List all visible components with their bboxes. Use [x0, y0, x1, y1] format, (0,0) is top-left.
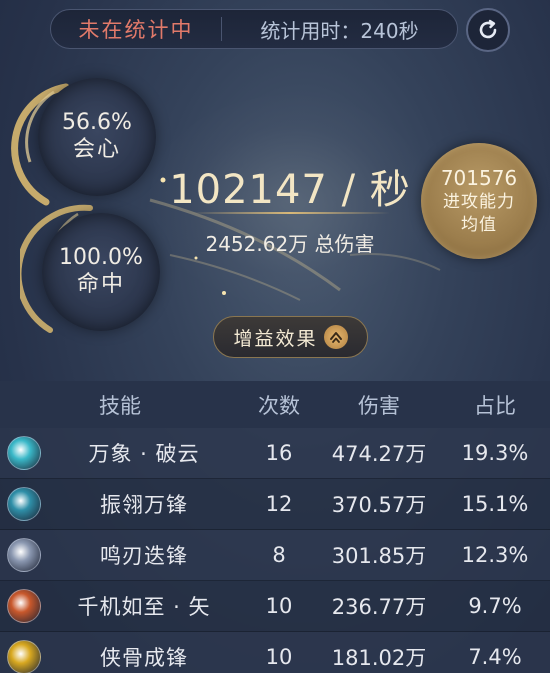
skill-name: 鸣刃迭锋	[100, 544, 188, 568]
table-row[interactable]: 鸣刃迭锋 8 301.85万 12.3%	[0, 530, 550, 581]
attack-average-value: 701576	[440, 166, 518, 191]
skill-cell: 鸣刃迭锋	[0, 538, 240, 572]
skill-percent: 9.7%	[468, 594, 522, 618]
total-damage: 2452.62万 总伤害	[205, 232, 375, 256]
refresh-button[interactable]	[466, 8, 510, 52]
table-row[interactable]: 侠骨成锋 10 181.02万 7.4%	[0, 632, 550, 673]
skill-cell: 侠骨成锋	[0, 640, 240, 673]
archer-skill-icon	[7, 487, 41, 521]
recording-status: 未在统计中	[78, 18, 194, 42]
skill-percent: 15.1%	[461, 492, 529, 516]
skill-damage: 181.02万	[331, 646, 427, 670]
skill-percent: 7.4%	[468, 645, 522, 669]
skill-icon-cell	[0, 589, 48, 623]
header-percent: 占比	[474, 393, 516, 418]
hit-rate-value: 100.0%	[59, 244, 143, 270]
skill-cell: 振翎万锋	[0, 487, 240, 521]
skill-name: 振翎万锋	[100, 493, 188, 517]
dps-value: 102147 / 秒	[169, 167, 411, 213]
dps-underline	[190, 212, 390, 214]
elapsed-time: 统计用时：240秒	[260, 18, 419, 43]
skill-damage-table: 技能 次数 伤害 占比 万象 · 破云 16 474.27万 19.3% 振翎万锋 12 3…	[0, 381, 550, 673]
skill-icon-cell	[0, 538, 48, 572]
skill-icon-cell	[0, 436, 48, 470]
skill-name: 千机如至 · 矢	[77, 595, 211, 619]
skill-damage: 474.27万	[331, 442, 427, 466]
header-count: 次数	[258, 393, 300, 418]
skill-damage: 301.85万	[331, 544, 427, 568]
header-damage: 伤害	[358, 393, 400, 418]
skill-percent: 19.3%	[461, 441, 529, 465]
flame-skill-icon	[7, 640, 41, 673]
blade-skill-icon	[7, 538, 41, 572]
skill-damage: 236.77万	[331, 595, 427, 619]
crit-rate-value: 56.6%	[62, 109, 132, 135]
attack-average-badge: 701576 进攻能力均值	[421, 143, 537, 259]
table-row[interactable]: 万象 · 破云 16 474.27万 19.3%	[0, 428, 550, 479]
buff-effects-button[interactable]: 增益效果	[213, 316, 368, 358]
hit-rate-label: 命中	[76, 271, 125, 297]
skill-count: 16	[265, 441, 293, 465]
status-bar: 未在统计中 统计用时：240秒	[50, 9, 458, 49]
table-header: 技能 次数 伤害 占比	[0, 381, 550, 428]
swirl-skill-icon	[7, 436, 41, 470]
skill-cell: 万象 · 破云	[0, 436, 240, 470]
buff-up-icon	[323, 325, 348, 349]
skill-icon-cell	[0, 487, 48, 521]
skill-percent: 12.3%	[461, 543, 529, 567]
skill-count: 12	[265, 492, 293, 516]
hit-rate-stat: 100.0% 命中	[42, 213, 160, 331]
refresh-icon	[479, 19, 497, 39]
table-row[interactable]: 振翎万锋 12 370.57万 15.1%	[0, 479, 550, 530]
header-skill: 技能	[99, 393, 141, 418]
crit-rate-stat: 56.6% 会心	[38, 78, 156, 196]
buff-effects-label: 增益效果	[233, 327, 318, 350]
attack-average-label: 进攻能力均值	[443, 192, 515, 235]
table-row[interactable]: 千机如至 · 矢 10 236.77万 9.7%	[0, 581, 550, 632]
crit-rate-label: 会心	[72, 136, 121, 162]
skill-cell: 千机如至 · 矢	[0, 589, 240, 623]
skill-damage: 370.57万	[331, 493, 427, 517]
skill-icon-cell	[0, 640, 48, 673]
arrow-skill-icon	[7, 589, 41, 623]
skill-name: 侠骨成锋	[100, 646, 188, 670]
skill-count: 10	[265, 645, 293, 669]
skill-count: 10	[265, 594, 293, 618]
skill-count: 8	[272, 543, 286, 567]
skill-name: 万象 · 破云	[88, 442, 200, 466]
